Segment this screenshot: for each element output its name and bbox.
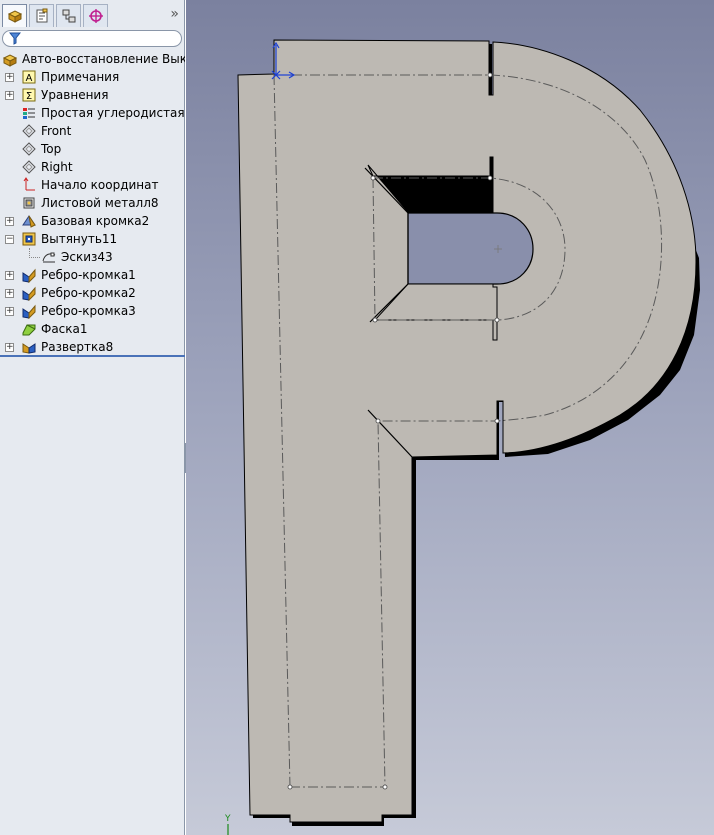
hole-slot xyxy=(407,212,534,285)
panel-tab-bar: » xyxy=(0,4,185,28)
tree-item[interactable]: + Σ Уравнения xyxy=(0,86,185,104)
root-part-icon xyxy=(2,54,18,67)
tree-item-label: Top xyxy=(41,142,62,156)
extrude-icon xyxy=(22,232,36,246)
view-triad: Y xyxy=(222,814,234,835)
expand-toggle[interactable]: + xyxy=(5,217,14,226)
tree-root-item[interactable]: Авто-восстановление Выкройка xyxy=(0,50,185,68)
chamfer-icon xyxy=(22,324,36,336)
tab-configurationmanager[interactable] xyxy=(56,4,81,27)
tree-item[interactable]: Простая углеродистая сталь xyxy=(0,104,185,122)
edge-flange-icon xyxy=(22,268,36,283)
tree-item[interactable]: Листовой металл8 xyxy=(0,194,185,212)
tree-item-label: Ребро-кромка3 xyxy=(41,304,136,318)
tree-rollback-bar[interactable] xyxy=(0,355,185,357)
tree-item-label: Эскиз43 xyxy=(61,250,113,264)
tree-item[interactable]: Фаска1 xyxy=(0,320,185,338)
tree-item[interactable]: Top xyxy=(0,140,185,158)
tree-item[interactable]: Начало координат xyxy=(0,176,185,194)
sketch-icon xyxy=(42,252,56,263)
tree-item-label: Листовой металл8 xyxy=(41,196,159,210)
feature-manager-panel: » Авто-восстановление Выкройка + A Примечан… xyxy=(0,0,185,835)
triad-y-label: Y xyxy=(225,814,231,824)
svg-text:Σ: Σ xyxy=(26,91,32,102)
tree-item-label: Вытянуть11 xyxy=(41,232,118,246)
featuremanager-tab-icon xyxy=(7,10,22,23)
tree-item-label: Front xyxy=(41,124,72,138)
plane-icon xyxy=(22,124,36,138)
plane-icon xyxy=(22,142,36,156)
tree-item-label: Простая углеродистая сталь xyxy=(41,106,185,120)
propertymanager-tab-icon xyxy=(36,8,47,23)
tree-item-label: Примечания xyxy=(41,70,120,84)
svg-text:A: A xyxy=(26,73,33,84)
tree-item-label: Развертка8 xyxy=(41,340,114,354)
tree-item[interactable]: Right xyxy=(0,158,185,176)
base-flange-icon xyxy=(22,215,36,228)
annotations-icon: A xyxy=(22,70,36,84)
equations-icon: Σ xyxy=(22,88,36,102)
tree-item[interactable]: + Развертка8 xyxy=(0,338,185,356)
tree-item[interactable]: Front xyxy=(0,122,185,140)
tree-item-label: Базовая кромка2 xyxy=(41,214,150,228)
part-face[interactable] xyxy=(237,39,697,823)
dimxpert-tab-icon xyxy=(88,9,103,23)
tree-item[interactable]: + Базовая кромка2 xyxy=(0,212,185,230)
tree-item-label: Right xyxy=(41,160,73,174)
tree-item[interactable]: − Вытянуть11 xyxy=(0,230,185,248)
filter-icon xyxy=(9,32,21,45)
tree-item-label: Ребро-кромка1 xyxy=(41,268,136,282)
tree-item-label: Фаска1 xyxy=(41,322,88,336)
material-icon xyxy=(23,108,35,119)
tree-item-label: Начало координат xyxy=(41,178,159,192)
expand-panel-button[interactable]: » xyxy=(170,6,179,22)
expand-toggle[interactable]: + xyxy=(5,307,14,316)
feature-tree: Авто-восстановление Выкройка + A Примечания… xyxy=(0,50,185,356)
expand-toggle[interactable]: + xyxy=(5,73,14,82)
tree-item[interactable]: + Ребро-кромка2 xyxy=(0,284,185,302)
configurationmanager-tab-icon xyxy=(62,9,75,23)
tree-root-label: Авто-восстановление Выкройка xyxy=(22,52,185,66)
sheet-metal-icon xyxy=(23,197,35,209)
tree-item[interactable]: + Ребро-кромка1 xyxy=(0,266,185,284)
tree-item[interactable]: + A Примечания xyxy=(0,68,185,86)
edge-flange-icon xyxy=(22,304,36,319)
tree-item-label: Ребро-кромка2 xyxy=(41,286,136,300)
tab-featuremanager[interactable] xyxy=(2,4,27,27)
flatten-icon xyxy=(22,343,36,354)
expand-toggle[interactable]: + xyxy=(5,271,14,280)
tab-dimxpert[interactable] xyxy=(83,4,108,27)
origin-icon xyxy=(23,177,35,191)
collapse-toggle[interactable]: − xyxy=(5,235,14,244)
graphics-viewport[interactable]: Y xyxy=(186,0,714,835)
plane-icon xyxy=(22,160,36,174)
tree-filter-input[interactable] xyxy=(2,30,182,47)
tree-connector xyxy=(29,248,40,258)
expand-toggle[interactable]: + xyxy=(5,289,14,298)
tree-item-label: Уравнения xyxy=(41,88,109,102)
edge-flange-icon xyxy=(22,286,36,301)
tree-item[interactable]: + Ребро-кромка3 xyxy=(0,302,185,320)
tree-item[interactable]: Эскиз43 xyxy=(0,248,185,266)
expand-toggle[interactable]: + xyxy=(5,91,14,100)
sheet-metal-flat-pattern[interactable] xyxy=(186,0,714,835)
expand-toggle[interactable]: + xyxy=(5,343,14,352)
tab-propertymanager[interactable] xyxy=(29,4,54,27)
